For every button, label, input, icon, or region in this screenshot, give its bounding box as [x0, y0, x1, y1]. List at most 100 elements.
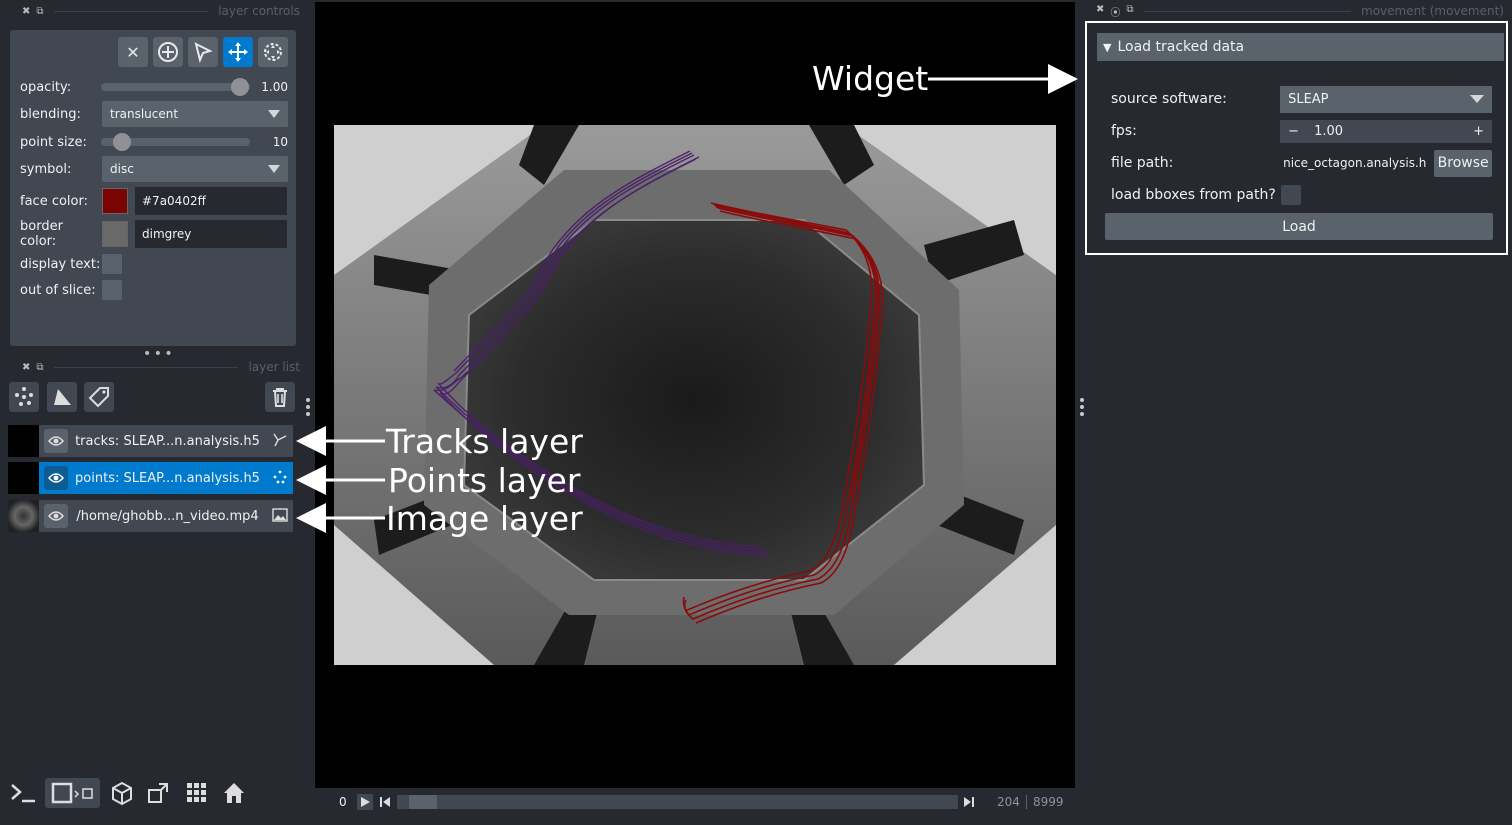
symbol-row: symbol: disc: [20, 156, 288, 182]
eye-icon: [48, 511, 64, 521]
home-button[interactable]: [219, 778, 249, 808]
chevron-down-icon: [1470, 95, 1484, 103]
face-color-row: face color: #7a0402ff: [20, 187, 288, 215]
chevron-down-icon: [268, 165, 280, 173]
browse-button[interactable]: Browse: [1434, 149, 1492, 177]
frame-slider[interactable]: [397, 795, 958, 809]
layer-row-tracks[interactable]: tracks: SLEAP...n.analysis.h5: [8, 425, 293, 457]
file-path-label: file path:: [1111, 155, 1174, 171]
dock-resize-handle-right[interactable]: [1080, 398, 1084, 416]
increment-button[interactable]: +: [1473, 124, 1484, 139]
shapes-icon: [54, 389, 71, 405]
source-software-select[interactable]: SLEAP: [1280, 85, 1492, 113]
console-button[interactable]: [8, 778, 38, 808]
new-points-layer-button[interactable]: [9, 382, 39, 412]
2d-3d-toggle-icon: [51, 782, 93, 804]
layer-name[interactable]: tracks: SLEAP...n.analysis.h5: [68, 434, 267, 449]
opacity-value[interactable]: 1.00: [258, 80, 288, 94]
close-icon[interactable]: ✖: [1096, 4, 1104, 19]
select-points-button[interactable]: [188, 37, 218, 67]
visibility-toggle[interactable]: [44, 504, 68, 528]
pan-zoom-icon: [228, 42, 248, 62]
ndisplay-toggle-button[interactable]: [45, 778, 100, 808]
total-frames: 8999: [1033, 795, 1064, 809]
play-button[interactable]: [357, 794, 373, 810]
layer-name[interactable]: points: SLEAP...n.analysis.h5: [68, 471, 267, 486]
new-labels-layer-button[interactable]: [84, 382, 114, 412]
last-frame-button[interactable]: [962, 794, 976, 810]
delete-layer-button[interactable]: [265, 382, 295, 412]
border-color-swatch[interactable]: [102, 221, 128, 247]
display-text-checkbox[interactable]: [102, 254, 122, 274]
current-frame[interactable]: 204: [997, 795, 1020, 809]
face-color-input[interactable]: #7a0402ff: [135, 187, 287, 215]
symbol-select[interactable]: disc: [102, 156, 288, 182]
blending-select[interactable]: translucent: [102, 101, 288, 127]
tracks-layer-annotation: Tracks layer: [386, 422, 583, 461]
frame-slider-handle[interactable]: [409, 795, 437, 809]
decrement-button[interactable]: −: [1288, 124, 1306, 139]
roll-dims-button[interactable]: [107, 778, 137, 808]
chevron-down-icon: [268, 110, 280, 118]
image-icon: [267, 507, 293, 525]
point-size-value[interactable]: 10: [258, 135, 288, 149]
transform-button[interactable]: [258, 37, 288, 67]
float-icon[interactable]: ⧉: [36, 6, 43, 17]
close-icon[interactable]: ✖: [22, 362, 30, 373]
mode-buttons: ✕: [118, 37, 288, 67]
layer-row-image[interactable]: /home/ghobb...n_video.mp4: [8, 500, 293, 532]
widget-annotation: Widget: [812, 59, 929, 98]
source-software-value: SLEAP: [1288, 91, 1329, 107]
dock-resize-handle-left[interactable]: [306, 398, 310, 416]
out-of-slice-row: out of slice:: [20, 277, 288, 303]
file-path-row: file path: nice_octagon.analysis.h5 Brow…: [1111, 149, 1492, 177]
opacity-slider[interactable]: [101, 78, 251, 96]
layer-list-titlebar: ✖ ⧉ layer list: [10, 356, 300, 378]
first-frame-button[interactable]: [378, 794, 392, 810]
new-shapes-layer-button[interactable]: [47, 382, 77, 412]
load-button[interactable]: Load: [1105, 213, 1493, 240]
layer-list-title: layer list: [248, 360, 300, 374]
load-bboxes-checkbox[interactable]: [1281, 185, 1301, 205]
float-icon[interactable]: ⧉: [1126, 4, 1133, 19]
dims-slider-bar: 0 204 8999: [315, 788, 1075, 816]
label-tag-icon: [88, 387, 109, 408]
face-color-swatch[interactable]: [102, 188, 128, 214]
add-points-button[interactable]: [153, 37, 183, 67]
pan-zoom-button[interactable]: [223, 37, 253, 67]
play-icon: [361, 797, 370, 807]
transform-icon: [264, 43, 282, 61]
load-tracked-data-header[interactable]: ▼ Load tracked data: [1097, 33, 1504, 61]
plugin-dock-titlebar: ✖ ⦿ ⧉ movement (movement): [1094, 0, 1504, 22]
close-icon[interactable]: ✖: [22, 6, 30, 17]
float-icon[interactable]: ⧉: [36, 362, 43, 373]
fps-spinbox[interactable]: − 1.00 +: [1280, 119, 1492, 143]
hide-icon[interactable]: ⦿: [1110, 4, 1120, 19]
visibility-toggle[interactable]: [44, 466, 68, 490]
viewer-canvas[interactable]: [315, 2, 1075, 788]
layer-row-points[interactable]: points: SLEAP...n.analysis.h5: [8, 462, 293, 494]
delete-selected-button[interactable]: ✕: [118, 37, 148, 67]
visibility-toggle[interactable]: [44, 429, 68, 453]
transpose-dims-button[interactable]: [143, 778, 173, 808]
border-color-input[interactable]: dimgrey: [135, 220, 287, 248]
point-size-slider-handle[interactable]: [113, 133, 132, 151]
source-software-label: source software:: [1111, 91, 1227, 107]
select-icon: [194, 42, 213, 63]
layer-controls-titlebar: ✖ ⧉ layer controls: [10, 0, 300, 22]
grid-icon: [187, 783, 206, 802]
grid-view-button[interactable]: [182, 778, 212, 808]
points-layer-annotation: Points layer: [388, 461, 581, 500]
file-path-input[interactable]: nice_octagon.analysis.h5: [1280, 149, 1428, 177]
load-bboxes-row: load bboxes from path?: [1111, 181, 1492, 209]
fps-row: fps: − 1.00 +: [1111, 117, 1492, 145]
point-size-row: point size: 10: [20, 129, 288, 155]
fps-value[interactable]: 1.00: [1314, 124, 1473, 139]
point-size-slider[interactable]: [101, 133, 251, 151]
eye-icon: [48, 436, 64, 446]
out-of-slice-checkbox[interactable]: [102, 280, 122, 300]
layer-name[interactable]: /home/ghobb...n_video.mp4: [68, 509, 267, 524]
widget-header-title: Load tracked data: [1117, 39, 1245, 55]
load-bboxes-label: load bboxes from path?: [1111, 187, 1276, 203]
opacity-slider-handle[interactable]: [231, 78, 250, 96]
